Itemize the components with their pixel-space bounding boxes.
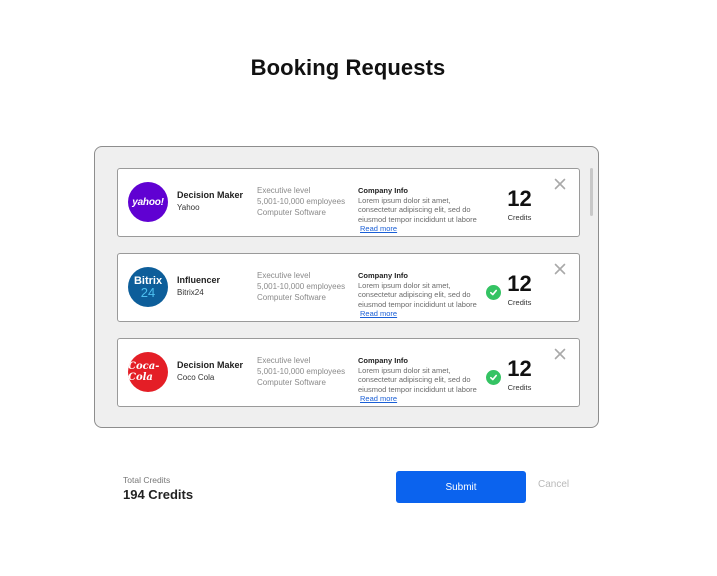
cancel-button[interactable]: Cancel [538,479,569,490]
request-card-coca-cola[interactable]: Coca-Cola Decision Maker Coco Cola Execu… [117,338,580,407]
total-credits-value: 194 Credits [123,487,194,502]
company-info: Company Info Lorem ipsum dolor sit amet,… [358,271,486,319]
meta-size: 5,001-10,000 employees [257,197,346,206]
credits-value: 12 [507,271,532,296]
meta-industry: Computer Software [257,208,326,217]
check-icon[interactable] [486,370,501,385]
company-meta: Executive level 5,001-10,000 employees C… [257,185,345,218]
credits-value: 12 [507,186,532,211]
read-more-link[interactable]: Read more [360,309,397,318]
scrollbar[interactable] [590,168,593,216]
meta-industry: Computer Software [257,378,326,387]
company-info-text: Lorem ipsum dolor sit amet, consectetur … [358,365,477,394]
credits-label: Credits [507,383,532,392]
request-role: Decision Maker [177,190,244,200]
request-card-yahoo[interactable]: yahoo! Decision Maker Yahoo Executive le… [117,168,580,237]
close-icon[interactable] [554,178,566,190]
meta-industry: Computer Software [257,293,326,302]
company-info-title: Company Info [358,271,408,280]
credits-value: 12 [507,356,532,381]
bitrix24-logo: Bitrix 24 [128,267,168,307]
credits-label: Credits [507,213,532,222]
coca-cola-logo: Coca-Cola [128,352,168,392]
meta-level: Executive level [257,271,311,280]
close-icon[interactable] [554,263,566,275]
read-more-link[interactable]: Read more [360,394,397,403]
request-role: Decision Maker [177,360,244,370]
request-company: Yahoo [177,203,200,212]
request-company: Bitrix24 [177,288,204,297]
total-credits-label: Total Credits [123,475,171,485]
meta-size: 5,001-10,000 employees [257,367,346,376]
company-meta: Executive level 5,001-10,000 employees C… [257,355,345,388]
request-company: Coco Cola [177,373,215,382]
submit-button[interactable]: Submit [396,471,526,503]
company-info: Company Info Lorem ipsum dolor sit amet,… [358,356,486,404]
company-info: Company Info Lorem ipsum dolor sit amet,… [358,186,486,234]
company-info-title: Company Info [358,186,408,195]
meta-level: Executive level [257,186,311,195]
request-card-bitrix24[interactable]: Bitrix 24 Influencer Bitrix24 Executive … [117,253,580,322]
check-icon[interactable] [486,285,501,300]
close-icon[interactable] [554,348,566,360]
meta-level: Executive level [257,356,311,365]
request-role: Influencer [177,275,221,285]
read-more-link[interactable]: Read more [360,224,397,233]
yahoo-logo: yahoo! [128,182,168,222]
company-info-text: Lorem ipsum dolor sit amet, consectetur … [358,280,477,309]
bitrix24-logo-number: 24 [140,285,156,300]
meta-size: 5,001-10,000 employees [257,282,346,291]
company-info-title: Company Info [358,356,408,365]
page-title: Booking Requests [250,55,446,80]
company-info-text: Lorem ipsum dolor sit amet, consectetur … [358,195,477,224]
company-meta: Executive level 5,001-10,000 employees C… [257,270,345,303]
credits-label: Credits [507,298,532,307]
